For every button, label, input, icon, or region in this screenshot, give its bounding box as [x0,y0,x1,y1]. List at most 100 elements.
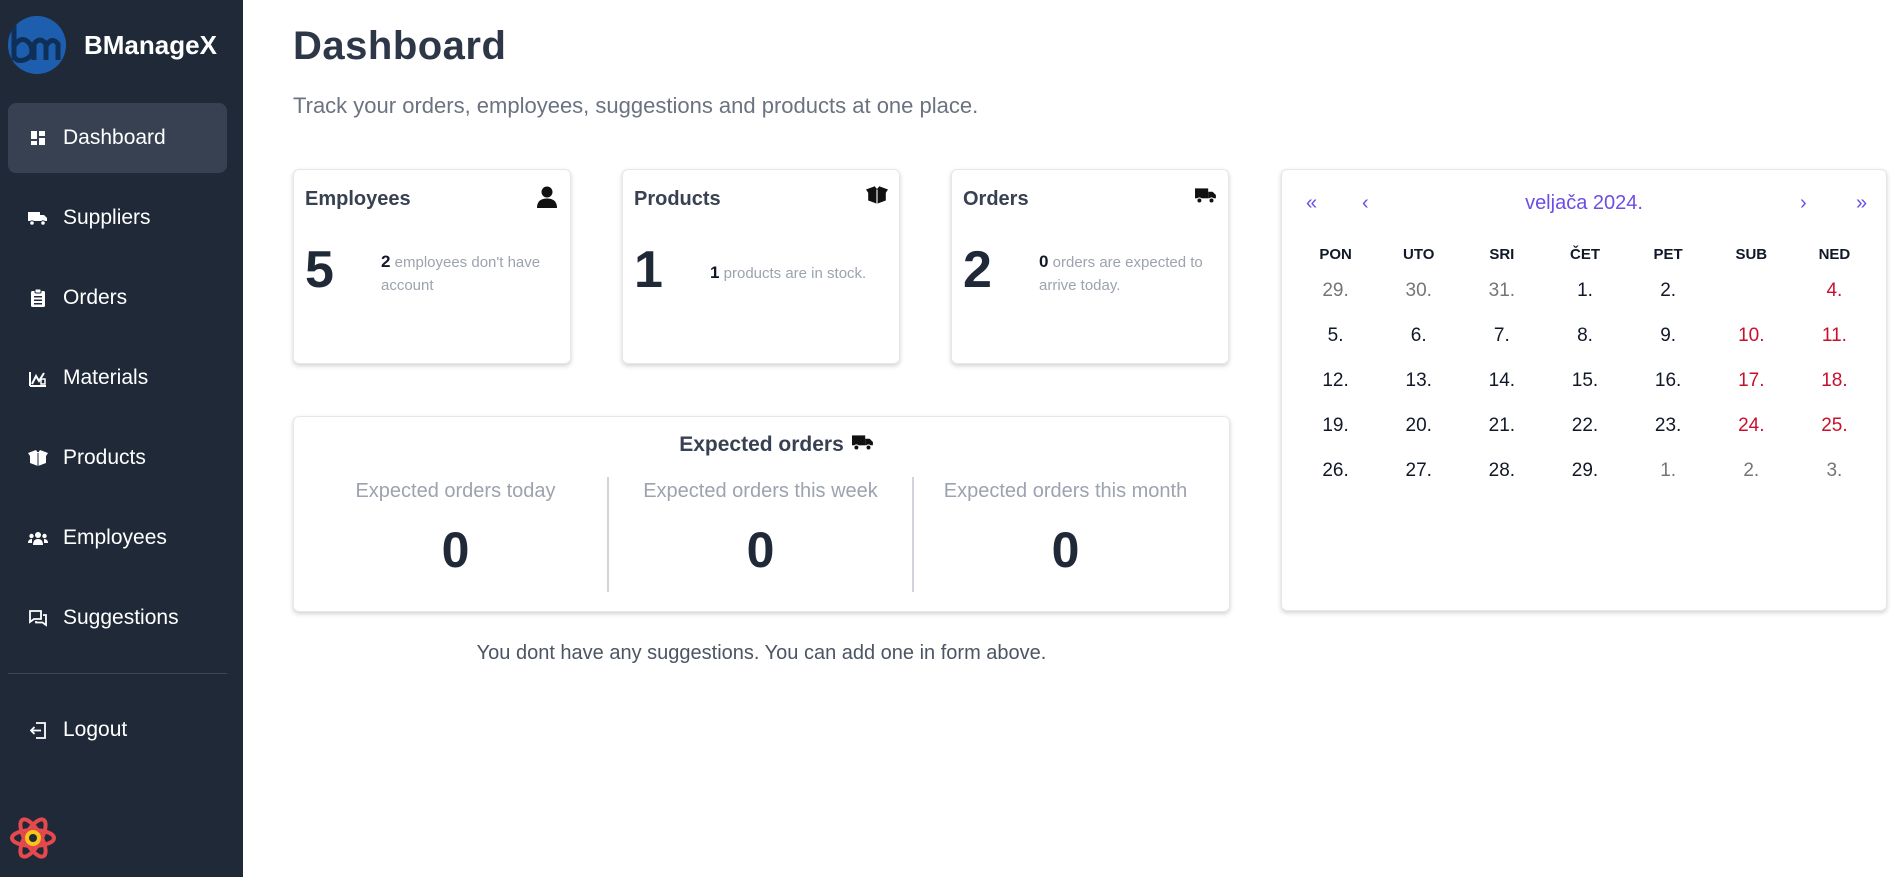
calendar-day[interactable]: 23. [1627,415,1710,437]
calendar-day[interactable]: 16. [1627,370,1710,392]
sidebar-item-dashboard[interactable]: Dashboard [8,103,227,173]
page-title: Dashboard [293,24,507,68]
brand-name: BManageX [84,29,217,60]
sidebar-item-suppliers[interactable]: Suppliers [8,183,227,253]
expected-orders-today-value: 0 [441,522,470,578]
expected-orders-week: Expected orders this week 0 [609,477,912,592]
sidebar-item-label: Orders [63,286,128,309]
sidebar: BManageX Dashboard Suppliers Orders Mate… [0,0,243,877]
calendar-day[interactable]: 12. [1294,370,1377,392]
expected-orders-month-value: 0 [1051,522,1080,578]
sidebar-logout-section: Logout [8,695,227,775]
calendar-day[interactable]: 2. [1710,460,1793,482]
calendar-next-year-button[interactable]: » [1856,192,1867,215]
logout-button[interactable]: Logout [8,695,227,765]
sidebar-item-label: Employees [63,526,167,549]
calendar-day[interactable]: 8. [1543,325,1626,347]
sidebar-item-label: Dashboard [63,126,166,149]
chat-icon [28,608,48,628]
expected-orders-month: Expected orders this month 0 [914,477,1217,592]
calendar-next-month-button[interactable]: › [1800,192,1807,215]
sidebar-item-label: Products [63,446,146,469]
brand-logo [8,16,66,74]
calendar-day[interactable]: 30. [1377,280,1460,302]
calendar-day[interactable]: 1. [1543,280,1626,302]
calendar-week: 29. 30. 31. 1. 2. 4. [1294,268,1876,313]
sidebar-item-label: Suppliers [63,206,151,229]
products-card[interactable]: Products 1 1 products are in stock. [622,169,900,364]
calendar-day[interactable]: 18. [1793,370,1876,392]
sidebar-item-orders[interactable]: Orders [8,263,227,333]
weekday-label: ČET [1569,245,1600,263]
employees-description-text: employees don't have account [381,254,541,294]
clipboard-icon [28,288,48,308]
products-description: 1 products are in stock. [710,261,890,285]
weekday-label: NED [1818,245,1851,263]
calendar-day[interactable]: 28. [1460,460,1543,482]
expected-orders-week-value: 0 [746,522,775,578]
calendar-week: 19. 20. 21. 22. 23. 24. 25. [1294,403,1876,448]
user-icon [537,186,559,208]
calendar-day[interactable]: 29. [1294,280,1377,302]
weekday-label: SUB [1735,245,1768,263]
expected-orders-card: Expected orders Expected orders today 0 … [293,416,1230,612]
sidebar-item-label: Suggestions [63,606,179,629]
calendar-month-label[interactable]: veljača 2024. [1282,192,1886,215]
calendar-day[interactable]: 15. [1543,370,1626,392]
calendar-week: 26. 27. 28. 29. 1. 2. 3. [1294,448,1876,493]
sidebar-item-suggestions[interactable]: Suggestions [8,583,227,653]
calendar-day[interactable]: 1. [1627,460,1710,482]
expected-orders-today-label: Expected orders today [355,480,556,502]
calendar-day[interactable]: 6. [1377,325,1460,347]
products-description-text: products are in stock. [723,265,867,282]
react-devtools-icon[interactable] [10,815,56,861]
calendar-day[interactable]: 22. [1543,415,1626,437]
orders-description-text: orders are expected to arrive today. [1039,254,1203,294]
sidebar-item-employees[interactable]: Employees [8,503,227,573]
brand[interactable]: BManageX [8,16,217,74]
expected-orders-today: Expected orders today 0 [304,477,607,592]
calendar-day[interactable]: 27. [1377,460,1460,482]
calendar-day[interactable]: 26. [1294,460,1377,482]
calendar-day[interactable]: 24. [1710,415,1793,437]
calendar-week: 12. 13. 14. 15. 16. 17. 18. [1294,358,1876,403]
orders-count: 2 [963,241,992,299]
calendar-day[interactable]: 3. [1793,460,1876,482]
calendar-day[interactable]: 4. [1793,280,1876,302]
calendar-day[interactable]: 10. [1710,325,1793,347]
orders-description: 0 orders are expected to arrive today. [1039,250,1219,297]
materials-icon [28,368,48,388]
box-icon [866,186,888,208]
calendar-day[interactable]: 31. [1460,280,1543,302]
calendar: « ‹ veljača 2024. › » PON UTO SRI ČET PE… [1281,169,1887,611]
calendar-day[interactable]: 13. [1377,370,1460,392]
calendar-day[interactable]: 20. [1377,415,1460,437]
calendar-day[interactable]: 19. [1294,415,1377,437]
logout-icon [28,720,48,740]
calendar-day[interactable]: 14. [1460,370,1543,392]
calendar-day[interactable]: 11. [1793,325,1876,347]
sidebar-item-products[interactable]: Products [8,423,227,493]
calendar-day[interactable]: 2. [1627,280,1710,302]
calendar-day[interactable]: 29. [1543,460,1626,482]
calendar-day[interactable]: 7. [1460,325,1543,347]
orders-card[interactable]: Orders 2 0 orders are expected to arrive… [951,169,1229,364]
sidebar-item-materials[interactable]: Materials [8,343,227,413]
weekday-label: UTO [1403,245,1435,263]
dashboard-icon [28,128,48,148]
calendar-day[interactable]: 17. [1710,370,1793,392]
sidebar-nav: Dashboard Suppliers Orders Materials Pro… [8,103,227,663]
orders-card-title: Orders [963,188,1029,210]
calendar-day[interactable]: 9. [1627,325,1710,347]
products-card-title: Products [634,188,721,210]
calendar-day[interactable]: 5. [1294,325,1377,347]
employees-count: 5 [305,241,334,299]
truck-icon [1195,186,1217,208]
expected-orders-title: Expected orders [679,433,844,456]
calendar-day[interactable]: 21. [1460,415,1543,437]
orders-expected-today-count: 0 [1039,252,1049,271]
employees-card[interactable]: Employees 5 2 employees don't have accou… [293,169,571,364]
weekday-label: SRI [1489,245,1515,263]
calendar-day[interactable]: 25. [1793,415,1876,437]
suggestions-empty-message: You dont have any suggestions. You can a… [476,642,1047,664]
